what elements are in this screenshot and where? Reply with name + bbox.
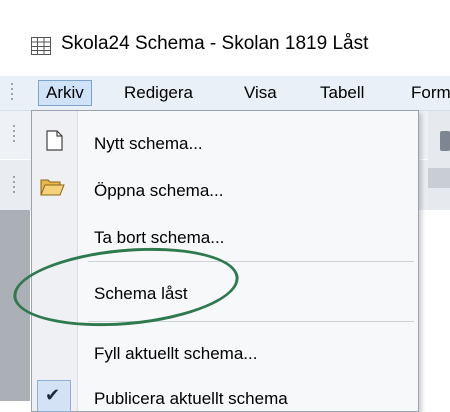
grid-app-icon [31, 37, 51, 55]
checked-state-box: ✔ [37, 380, 71, 412]
menu-tabell[interactable]: Tabell [313, 82, 371, 104]
checkmark-icon: ✔ [45, 385, 61, 405]
new-document-icon [46, 130, 63, 151]
menubar-grip-handle[interactable] [10, 83, 14, 103]
menu-arkiv[interactable]: Arkiv [38, 80, 92, 106]
menu-item-publicera-aktuellt-schema[interactable]: Publicera aktuellt schema [94, 388, 288, 410]
menu-bar: Arkiv Redigera Visa Tabell Form [0, 76, 450, 111]
toolbar-button-2[interactable] [428, 168, 450, 188]
toolbar-grip-handle[interactable] [12, 125, 16, 145]
menu-visa[interactable]: Visa [237, 82, 284, 104]
menu-item-fyll-aktuellt-schema[interactable]: Fyll aktuellt schema... [94, 343, 257, 365]
menu-item-nytt-schema[interactable]: Nytt schema... [94, 133, 203, 155]
title-bar: Skola24 Schema - Skolan 1819 Låst [0, 0, 450, 73]
menu-redigera[interactable]: Redigera [117, 82, 200, 104]
toolbar-button[interactable] [440, 131, 450, 151]
open-folder-icon [40, 179, 65, 196]
menu-item-ta-bort-schema[interactable]: Ta bort schema... [94, 227, 224, 249]
toolbar-grip-handle-2[interactable] [12, 176, 16, 196]
window-title: Skola24 Schema - Skolan 1819 Låst [61, 33, 369, 54]
menu-form[interactable]: Form [404, 82, 450, 104]
toolbar-right-edge [428, 111, 450, 210]
menu-item-oppna-schema[interactable]: Öppna schema... [94, 180, 223, 202]
